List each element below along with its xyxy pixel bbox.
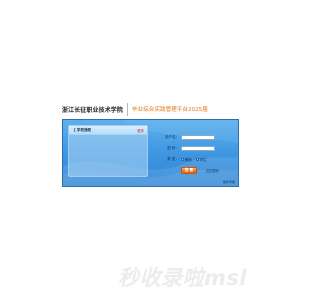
role-row: 类 型： 教师 学生	[165, 155, 235, 164]
forgot-password-link[interactable]: 忘记密码	[206, 168, 219, 173]
password-label: 密 码：	[167, 146, 179, 150]
role-radio-teacher[interactable]: 教师	[181, 157, 192, 162]
login-page: 浙江长征职业技术学院 毕业综合实践管理平台2025届 【 学校通知 更多 用户名…	[0, 0, 300, 300]
password-row: 密 码：	[165, 144, 235, 153]
login-form: 用户名： 密 码： 类 型： 教师 学生 登 录 忘记密码	[165, 133, 235, 174]
role-radio-group: 教师 学生	[181, 157, 207, 162]
manual-link[interactable]: 操作手册	[223, 180, 235, 184]
username-label: 用户名：	[165, 135, 180, 139]
header-divider	[127, 102, 129, 116]
button-row: 登 录 忘记密码	[165, 167, 235, 174]
login-button[interactable]: 登 录	[181, 167, 197, 174]
platform-name: 毕业综合实践管理平台2025届	[132, 107, 208, 113]
role-label: 类 型：	[167, 157, 179, 161]
notice-title: 【 学校通知	[72, 127, 92, 132]
radio-unchecked-icon	[181, 158, 184, 161]
username-row: 用户名：	[165, 133, 235, 142]
radio-checked-icon	[195, 158, 199, 161]
watermark-text: 秒收录啦msl	[118, 266, 248, 290]
username-input[interactable]	[181, 135, 215, 140]
notice-box: 【 学校通知 更多	[68, 125, 148, 177]
notice-more-link[interactable]: 更多	[137, 128, 144, 133]
password-input[interactable]	[181, 146, 215, 151]
role-teacher-label: 教师	[185, 158, 192, 162]
role-student-label: 学生	[199, 158, 207, 162]
login-panel: 【 学校通知 更多 用户名： 密 码： 类 型： 教师 学生 登 录 忘记密码 …	[62, 119, 239, 187]
page-header: 浙江长征职业技术学院 毕业综合实践管理平台2025届	[62, 100, 239, 118]
role-radio-student[interactable]: 学生	[195, 157, 207, 162]
school-name: 浙江长征职业技术学院	[62, 106, 124, 114]
notice-header: 【 学校通知 更多	[69, 126, 147, 135]
